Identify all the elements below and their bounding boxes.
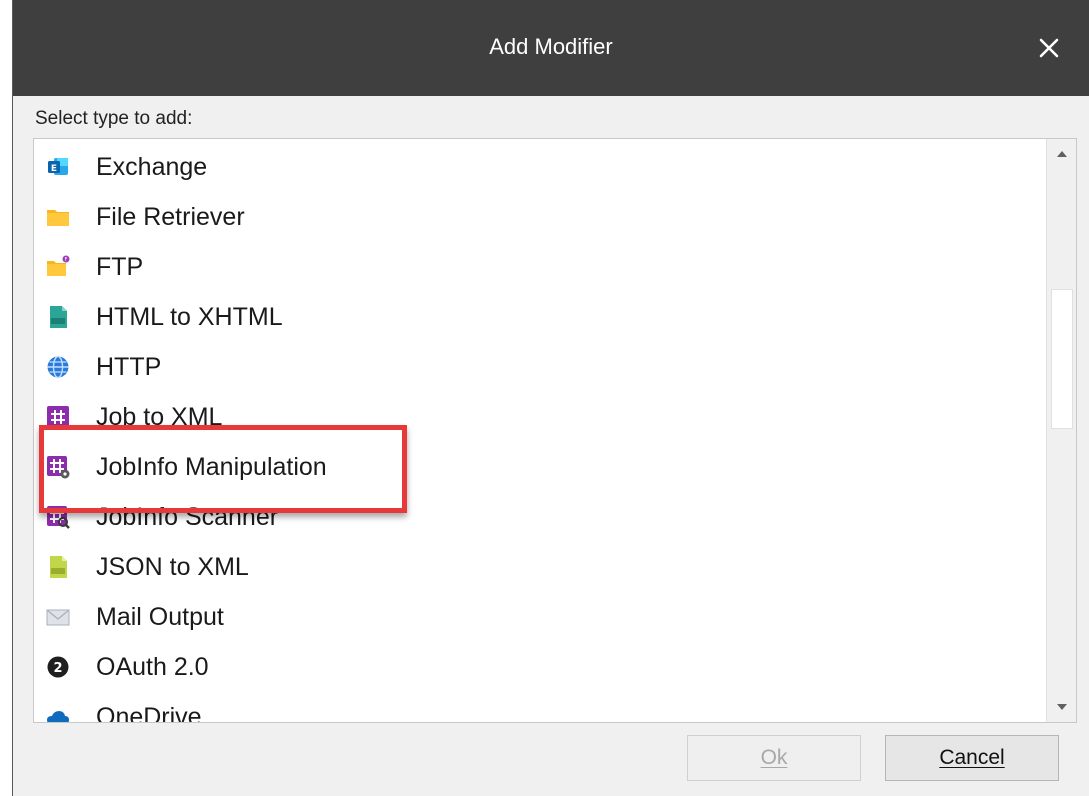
- folder-icon: [46, 205, 70, 229]
- onedrive-icon: [46, 705, 70, 722]
- list-item-http[interactable]: HTTP: [34, 342, 1044, 392]
- ok-label: Ok: [760, 746, 788, 769]
- item-label: OneDrive: [96, 702, 202, 723]
- item-label: OAuth 2.0: [96, 652, 209, 681]
- cancel-label: Cancel: [939, 746, 1005, 769]
- list-item-file-retriever[interactable]: File Retriever: [34, 192, 1044, 242]
- item-label: Exchange: [96, 152, 208, 181]
- item-label: JSON to XML: [96, 552, 249, 581]
- svg-text:E: E: [51, 164, 57, 174]
- close-button[interactable]: [1025, 24, 1073, 72]
- list-item-jobinfo-scanner[interactable]: JobInfo Scanner: [34, 492, 1044, 542]
- item-label: HTML to XHTML: [96, 302, 283, 331]
- scroll-thumb[interactable]: [1051, 289, 1073, 429]
- modifier-type-list[interactable]: E Exchange File Retriever F FTP HTML to …: [33, 138, 1077, 723]
- dialog-title: Add Modifier: [489, 34, 613, 59]
- ok-button[interactable]: Ok: [687, 735, 861, 781]
- html-file-icon: [46, 305, 70, 329]
- add-modifier-dialog: Add Modifier Select type to add: E Excha…: [12, 0, 1089, 796]
- list-scrollbar[interactable]: [1046, 139, 1076, 722]
- hash-gear-icon: [46, 455, 70, 479]
- item-label: Mail Output: [96, 602, 224, 631]
- oauth-icon: 2: [46, 655, 70, 679]
- list-item-onedrive[interactable]: OneDrive: [34, 692, 1044, 723]
- mail-icon: [46, 605, 70, 629]
- arrow-down-icon: [1057, 704, 1067, 710]
- list-item-exchange[interactable]: E Exchange: [34, 142, 1044, 192]
- arrow-up-icon: [1057, 151, 1067, 157]
- scroll-track[interactable]: [1047, 169, 1076, 694]
- hash-icon: [46, 405, 70, 429]
- svg-text:2: 2: [53, 661, 62, 676]
- list-item-json-to-xml[interactable]: JSON to XML: [34, 542, 1044, 592]
- item-label: Job to XML: [96, 402, 223, 431]
- ftp-folder-icon: F: [46, 255, 70, 279]
- scroll-down-button[interactable]: [1047, 692, 1076, 722]
- list-item-html-to-xhtml[interactable]: HTML to XHTML: [34, 292, 1044, 342]
- hash-search-icon: [46, 505, 70, 529]
- exchange-icon: E: [46, 155, 70, 179]
- select-type-label: Select type to add:: [35, 108, 193, 129]
- close-icon: [1039, 38, 1059, 58]
- list-item-mail-output[interactable]: Mail Output: [34, 592, 1044, 642]
- list-item-job-to-xml[interactable]: Job to XML: [34, 392, 1044, 442]
- item-label: FTP: [96, 252, 144, 281]
- item-label: JobInfo Scanner: [96, 502, 279, 531]
- item-label: HTTP: [96, 352, 162, 381]
- cancel-button[interactable]: Cancel: [885, 735, 1059, 781]
- json-file-icon: [46, 555, 70, 579]
- list-item-oauth[interactable]: 2 OAuth 2.0: [34, 642, 1044, 692]
- scroll-up-button[interactable]: [1047, 139, 1076, 169]
- list-item-jobinfo-manipulation[interactable]: JobInfo Manipulation: [34, 442, 1044, 492]
- item-label: File Retriever: [96, 202, 245, 231]
- title-bar[interactable]: Add Modifier: [13, 0, 1089, 96]
- list-item-ftp[interactable]: F FTP: [34, 242, 1044, 292]
- item-label: JobInfo Manipulation: [96, 452, 327, 481]
- svg-text:F: F: [65, 257, 68, 263]
- globe-icon: [46, 355, 70, 379]
